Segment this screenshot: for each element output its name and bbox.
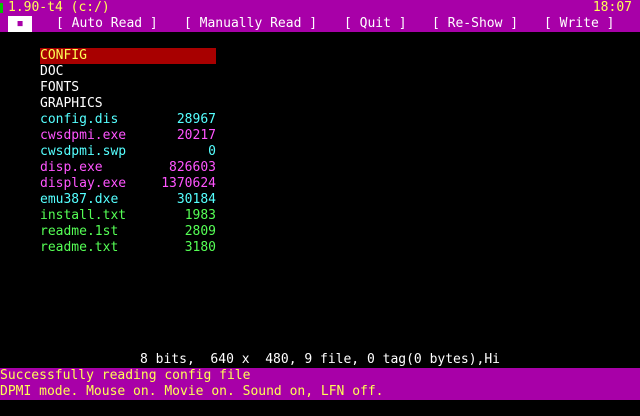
- status-line: 8 bits, 640 x 480, 9 file, 0 tag(0 bytes…: [139, 352, 501, 367]
- menu-quit[interactable]: [ Quit ]: [344, 16, 407, 32]
- file-row[interactable]: GRAPHICS: [40, 96, 216, 112]
- file-name: DOC: [40, 64, 64, 79]
- menu-bar: ▪ [ Auto Read ] [ Manually Read ] [ Quit…: [0, 16, 640, 32]
- file-row[interactable]: display.exe 1370624: [40, 176, 216, 192]
- file-size: 0: [208, 144, 216, 159]
- file-row[interactable]: CONFIG: [40, 48, 216, 64]
- message-bar: Successfully reading config file: [0, 368, 640, 384]
- title-bar: 1.90-t4 (c:/) 18:07: [0, 0, 640, 16]
- file-name: CONFIG: [40, 48, 87, 63]
- file-row[interactable]: install.txt 1983: [40, 208, 216, 224]
- file-row[interactable]: readme.1st 2809: [40, 224, 216, 240]
- file-size: 30184: [176, 192, 216, 207]
- file-name: GRAPHICS: [40, 96, 103, 111]
- file-row[interactable]: cwsdpmi.exe 20217: [40, 128, 216, 144]
- status-indicator: [0, 3, 3, 13]
- file-name: config.dis: [40, 112, 119, 127]
- file-size: 1370624: [161, 176, 216, 191]
- file-name: readme.1st: [40, 224, 119, 239]
- file-row[interactable]: cwsdpmi.swp 0: [40, 144, 216, 160]
- file-size: 20217: [176, 128, 216, 143]
- system-menu-icon[interactable]: ▪: [8, 16, 32, 32]
- file-row[interactable]: emu387.dxe 30184: [40, 192, 216, 208]
- file-row[interactable]: readme.txt 3180: [40, 240, 216, 256]
- file-name: cwsdpmi.swp: [40, 144, 127, 159]
- menu-re-show[interactable]: [ Re-Show ]: [432, 16, 518, 32]
- file-row[interactable]: FONTS: [40, 80, 216, 96]
- app-title: 1.90-t4 (c:/): [8, 0, 110, 15]
- file-name: readme.txt: [40, 240, 119, 255]
- file-size: 826603: [169, 160, 216, 175]
- clock: 18:07: [592, 0, 632, 15]
- file-row[interactable]: DOC: [40, 64, 216, 80]
- menu-write[interactable]: [ Write ]: [544, 16, 614, 32]
- file-row[interactable]: config.dis 28967: [40, 112, 216, 128]
- file-size: 2809: [184, 224, 216, 239]
- message-line-1: Successfully reading config file: [0, 368, 251, 383]
- menu-auto-read[interactable]: [ Auto Read ]: [56, 16, 158, 32]
- file-size: 28967: [176, 112, 216, 127]
- file-name: display.exe: [40, 176, 127, 191]
- file-list: CONFIG DOC FONTS GRAPHICS config.dis 2896…: [40, 48, 216, 256]
- file-name: cwsdpmi.exe: [40, 128, 127, 143]
- menu-manually-read[interactable]: [ Manually Read ]: [184, 16, 317, 32]
- mode-bar: DPMI mode. Mouse on. Movie on. Sound on,…: [0, 384, 640, 400]
- file-row[interactable]: disp.exe 826603: [40, 160, 216, 176]
- file-size: 1983: [184, 208, 216, 223]
- file-name: emu387.dxe: [40, 192, 119, 207]
- message-line-2: DPMI mode. Mouse on. Movie on. Sound on,…: [0, 384, 384, 399]
- file-name: disp.exe: [40, 160, 103, 175]
- file-size: 3180: [184, 240, 216, 255]
- file-name: FONTS: [40, 80, 80, 95]
- file-name: install.txt: [40, 208, 127, 223]
